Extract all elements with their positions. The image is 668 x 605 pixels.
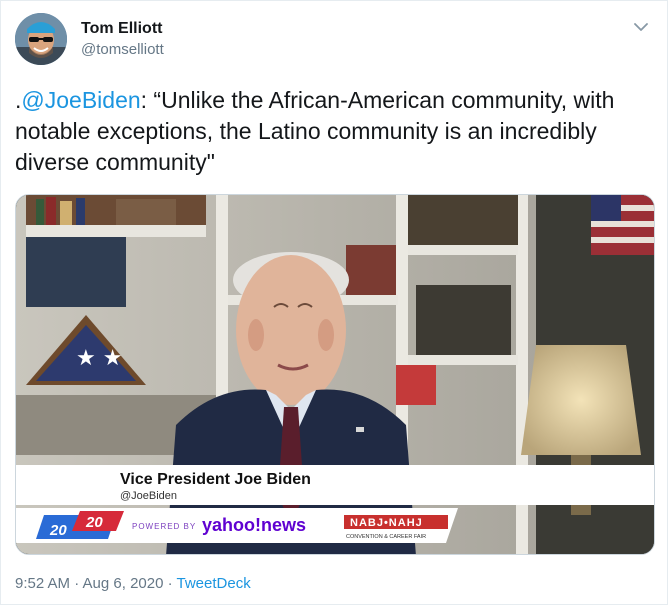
video-thumbnail[interactable]: ★ ★ Vice President Joe Biden @JoeBiden 2… <box>15 194 655 555</box>
tweet-text: .@JoeBiden: “Unlike the African-American… <box>15 85 655 178</box>
author-names: Tom Elliott @tomselliott <box>81 19 164 61</box>
tweet-card: Tom Elliott @tomselliott .@JoeBiden: “Un… <box>0 0 668 605</box>
user-handle[interactable]: @tomselliott <box>81 39 164 61</box>
sponsor-logo: yahoo!news <box>202 515 306 535</box>
avatar-image <box>15 13 67 65</box>
event-subtitle: CONVENTION & CAREER FAIR <box>346 534 426 540</box>
display-name[interactable]: Tom Elliott <box>81 19 164 39</box>
powered-by-label: POWERED BY <box>132 522 196 531</box>
source-link[interactable]: TweetDeck <box>177 575 251 592</box>
avatar[interactable] <box>15 13 67 65</box>
timestamp[interactable]: 9:52 AM · Aug 6, 2020 · <box>15 575 177 592</box>
chevron-down-icon[interactable] <box>631 17 651 37</box>
video-frame: ★ ★ Vice President Joe Biden @JoeBiden 2… <box>16 195 654 554</box>
chyron-handle: @JoeBiden <box>120 490 177 502</box>
badge-right: 20 <box>85 514 103 531</box>
tweet-meta: 9:52 AM · Aug 6, 2020 · TweetDeck <box>15 574 251 594</box>
event-logo: NABJ•NAHJ <box>350 517 423 529</box>
tweet-header: Tom Elliott @tomselliott <box>15 13 655 69</box>
badge-left: 20 <box>49 522 67 539</box>
mention-link[interactable]: @JoeBiden <box>21 87 140 113</box>
svg-text:★ ★: ★ ★ <box>76 346 122 371</box>
chyron-name: Vice President Joe Biden <box>120 471 311 488</box>
